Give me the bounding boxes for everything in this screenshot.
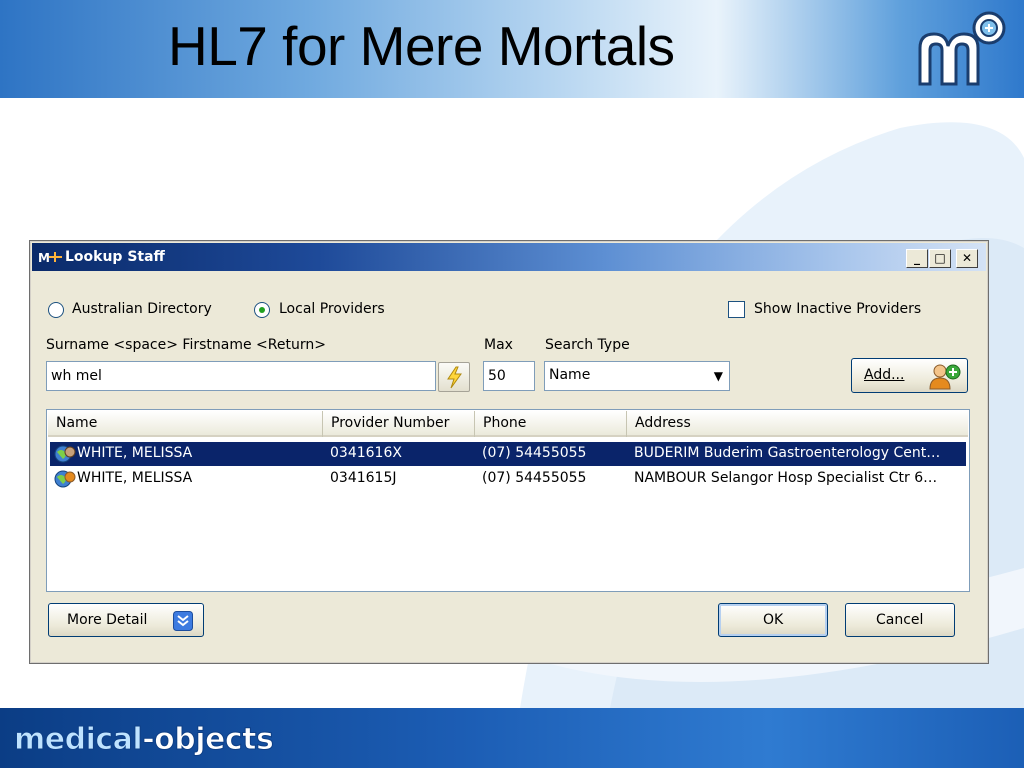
column-header-phone[interactable]: Phone [475, 411, 627, 437]
column-header-name[interactable]: Name [48, 411, 323, 437]
app-icon: M [38, 251, 62, 265]
footer-brand-medical: medical [13, 722, 143, 758]
row-phone: (07) 54455055 [482, 445, 587, 461]
expand-chevron-icon [173, 611, 193, 631]
search-field[interactable] [46, 361, 436, 391]
table-row[interactable]: WHITE, MELISSA 0341615J (07) 54455055 NA… [50, 467, 966, 491]
row-name: WHITE, MELISSA [77, 445, 193, 461]
dialog-titlebar[interactable]: M Lookup Staff _ □ ✕ [32, 243, 986, 271]
add-button[interactable]: Add... [851, 358, 968, 393]
show-inactive-checkbox[interactable] [728, 301, 745, 318]
max-field[interactable] [483, 361, 535, 391]
row-address: BUDERIM Buderim Gastroenterology Cent… [634, 445, 941, 461]
search-type-dropdown[interactable]: Name ▼ [544, 361, 730, 391]
close-button[interactable]: ✕ [956, 249, 978, 268]
search-label: Surname <space> Firstname <Return> [46, 337, 326, 353]
cancel-button[interactable]: Cancel [845, 603, 955, 637]
footer-brand-logo: medical-objects [13, 722, 275, 758]
search-type-label: Search Type [545, 337, 630, 353]
column-header-address[interactable]: Address [627, 411, 968, 437]
radio-selected-dot [259, 307, 265, 313]
ok-button[interactable]: OK [718, 603, 828, 637]
search-go-button[interactable] [438, 362, 470, 392]
row-name: WHITE, MELISSA [77, 470, 193, 486]
maximize-button[interactable]: □ [929, 249, 951, 268]
row-address: NAMBOUR Selangor Hosp Specialist Ctr 6… [634, 470, 938, 486]
max-input[interactable] [484, 362, 534, 390]
radio-local-providers-label[interactable]: Local Providers [279, 301, 385, 317]
more-detail-label: More Detail [67, 612, 148, 628]
more-detail-button[interactable]: More Detail [48, 603, 204, 637]
show-inactive-label[interactable]: Show Inactive Providers [754, 301, 921, 317]
search-input[interactable] [47, 362, 435, 390]
lightning-icon [447, 366, 462, 389]
svg-text:M: M [38, 251, 50, 265]
provider-globe-icon [54, 445, 76, 463]
slide-title: HL7 for Mere Mortals [168, 15, 675, 77]
chevron-down-icon: ▼ [713, 369, 723, 383]
cancel-label: Cancel [876, 612, 924, 628]
list-header: Name Provider Number Phone Address [48, 411, 968, 437]
search-type-value: Name [549, 367, 591, 383]
medical-objects-logo-icon [918, 11, 1006, 86]
provider-globe-icon [54, 470, 76, 488]
radio-local-providers[interactable] [254, 302, 270, 318]
row-phone: (07) 54455055 [482, 470, 587, 486]
slide-footer: medical-objects [0, 708, 1024, 768]
max-label: Max [484, 337, 513, 353]
row-provider-number: 0341615J [330, 470, 397, 486]
minimize-button[interactable]: _ [906, 249, 928, 268]
table-row[interactable]: WHITE, MELISSA 0341616X (07) 54455055 BU… [49, 441, 967, 467]
row-provider-number: 0341616X [330, 445, 402, 461]
ok-label: OK [763, 612, 784, 628]
footer-brand-objects: -objects [142, 722, 275, 758]
dialog-title: Lookup Staff [65, 249, 165, 265]
column-header-provider-number[interactable]: Provider Number [323, 411, 475, 437]
add-button-label: Add... [864, 367, 905, 383]
providers-list[interactable]: Name Provider Number Phone Address WHITE… [46, 409, 970, 592]
radio-australian-directory[interactable] [48, 302, 64, 318]
radio-australian-directory-label[interactable]: Australian Directory [72, 301, 212, 317]
add-person-icon [929, 364, 961, 390]
